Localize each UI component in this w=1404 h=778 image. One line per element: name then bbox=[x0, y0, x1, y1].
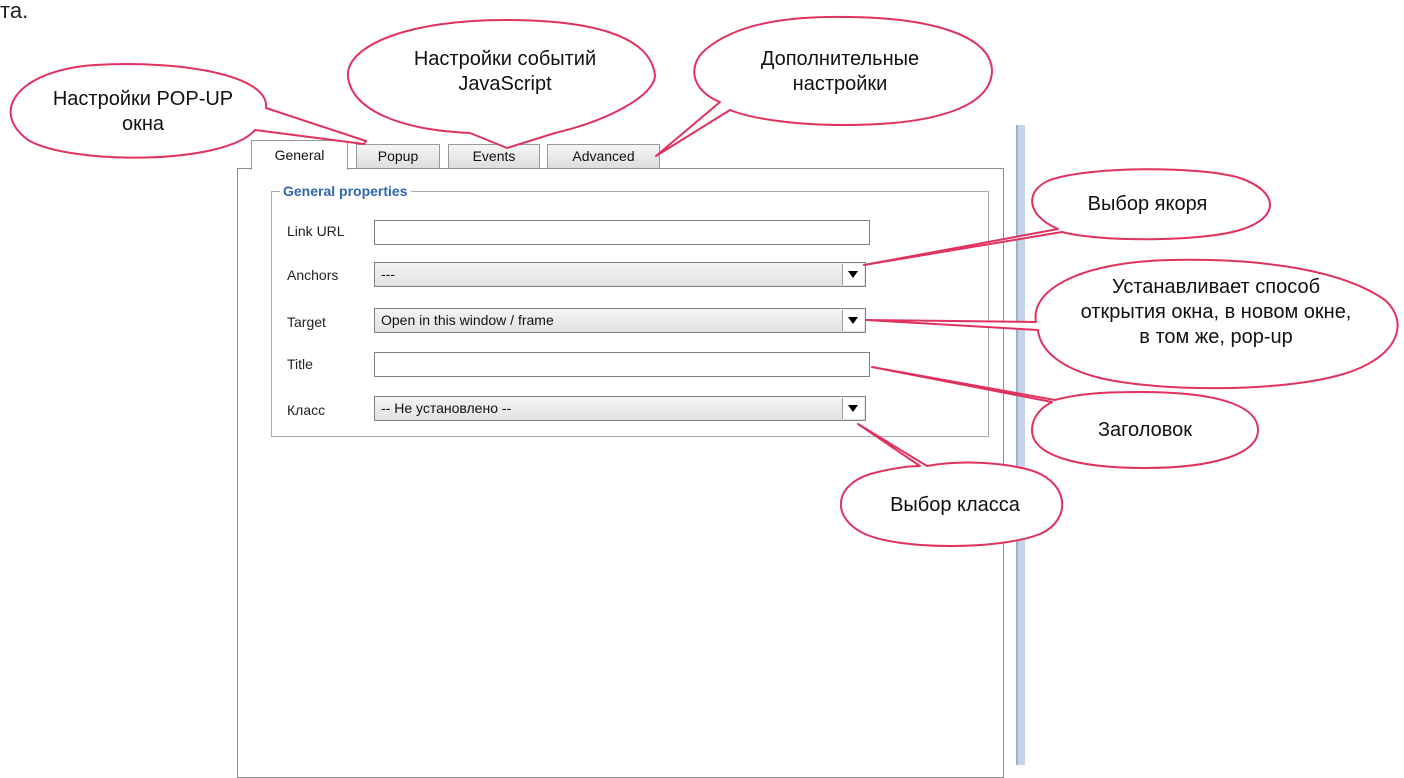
callout-title-text: Заголовок bbox=[1035, 418, 1255, 443]
target-label: Target bbox=[287, 314, 326, 330]
callout-title-line1: Заголовок bbox=[1097, 419, 1193, 441]
chevron-down-icon[interactable] bbox=[842, 398, 864, 419]
callout-events-line2: JavaScript bbox=[458, 73, 552, 95]
link-url-input[interactable] bbox=[374, 220, 870, 245]
anchors-select[interactable]: --- bbox=[374, 262, 866, 287]
tab-advanced[interactable]: Advanced bbox=[547, 144, 660, 169]
title-label: Title bbox=[287, 356, 313, 372]
class-select[interactable]: -- Не установлено -- bbox=[374, 396, 866, 421]
anchors-value: --- bbox=[381, 266, 395, 282]
callout-popup-line2: окна bbox=[121, 113, 165, 135]
chevron-down-icon[interactable] bbox=[842, 310, 864, 331]
callout-anchor-text: Выбор якоря bbox=[1030, 192, 1265, 217]
anchors-label: Anchors bbox=[287, 267, 339, 283]
title-input[interactable] bbox=[374, 352, 870, 377]
chevron-down-icon[interactable] bbox=[842, 264, 864, 285]
callout-target-text: Устанавливает способ открытия окна, в но… bbox=[1036, 275, 1396, 350]
callout-advanced-text: Дополнительные настройки bbox=[700, 47, 980, 97]
tab-popup[interactable]: Popup bbox=[356, 144, 440, 169]
tab-general[interactable]: General bbox=[251, 140, 348, 170]
callout-class-line1: Выбор класса bbox=[890, 494, 1020, 516]
callout-advanced-line1: Дополнительные bbox=[760, 48, 920, 70]
page-text-fragment: та. bbox=[0, 0, 29, 23]
target-value: Open in this window / frame bbox=[381, 312, 554, 328]
target-select[interactable]: Open in this window / frame bbox=[374, 308, 866, 333]
fieldset-legend: General properties bbox=[283, 183, 408, 199]
class-label: Класс bbox=[287, 402, 326, 418]
scrollbar-edge bbox=[1016, 125, 1025, 765]
callout-target-line1: Устанавливает способ bbox=[1111, 276, 1321, 298]
callout-class-text: Выбор класса bbox=[840, 493, 1070, 518]
class-value: -- Не установлено -- bbox=[381, 400, 512, 416]
callout-popup-text: Настройки POP-UP окна bbox=[18, 87, 268, 137]
callout-popup-line1: Настройки POP-UP bbox=[52, 88, 234, 110]
callout-advanced-line2: настройки bbox=[792, 73, 888, 95]
link-url-label: Link URL bbox=[287, 223, 345, 239]
callout-events-text: Настройки событий JavaScript bbox=[360, 47, 650, 97]
callout-events-line1: Настройки событий bbox=[413, 48, 597, 70]
callout-anchor-line1: Выбор якоря bbox=[1087, 193, 1208, 215]
callout-target-line2: открытия окна, в новом окне, bbox=[1080, 301, 1352, 323]
callout-target-line3: в том же, pop-up bbox=[1139, 326, 1293, 348]
tab-events[interactable]: Events bbox=[448, 144, 540, 169]
